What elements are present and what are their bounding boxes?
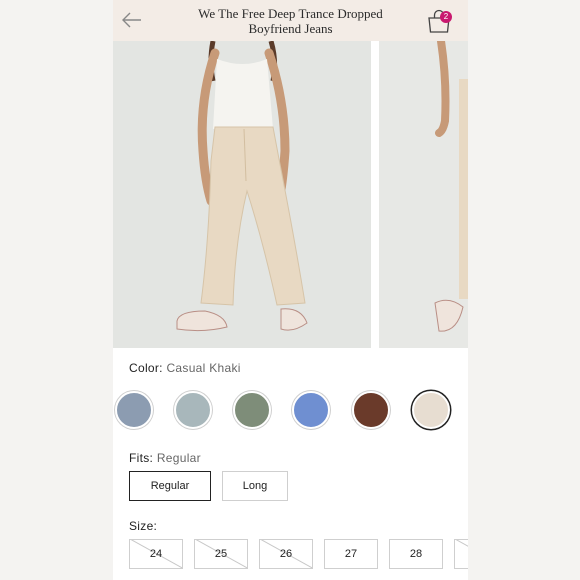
product-page: We The Free Deep Trance Dropped Boyfrien… bbox=[113, 0, 468, 580]
swatch-olive-green[interactable] bbox=[233, 391, 271, 429]
size-26-button[interactable]: 26 bbox=[259, 539, 313, 569]
back-arrow-icon[interactable] bbox=[121, 9, 143, 31]
fit-regular-label: Regular bbox=[150, 480, 190, 492]
swatch-brown[interactable] bbox=[352, 391, 390, 429]
selected-color-value: Casual Khaki bbox=[166, 361, 241, 375]
size-25-button[interactable]: 25 bbox=[194, 539, 248, 569]
fit-regular-button[interactable]: Regular bbox=[129, 471, 211, 501]
size-26-label: 26 bbox=[279, 548, 293, 560]
product-title-line-1: We The Free Deep Trance Dropped bbox=[198, 6, 383, 21]
color-label: Color: bbox=[129, 361, 163, 375]
selected-fit-value: Regular bbox=[156, 451, 201, 465]
size-28-label: 28 bbox=[409, 548, 423, 560]
fit-long-label: Long bbox=[242, 480, 268, 492]
size-label-row: Size: bbox=[129, 519, 157, 533]
product-image-gallery[interactable] bbox=[113, 37, 468, 348]
size-27-button[interactable]: 27 bbox=[324, 539, 378, 569]
product-title: We The Free Deep Trance Dropped Boyfrien… bbox=[163, 6, 418, 36]
product-photo-side[interactable] bbox=[379, 37, 468, 348]
size-next-partial-button[interactable] bbox=[454, 539, 468, 569]
swatch-light-wash-denim[interactable] bbox=[115, 391, 153, 429]
swatch-casual-khaki[interactable] bbox=[412, 391, 450, 429]
product-title-line-2: Boyfriend Jeans bbox=[248, 21, 333, 36]
shopping-bag-icon[interactable] bbox=[425, 8, 455, 34]
color-label-row: Color: Casual Khaki bbox=[129, 361, 241, 375]
product-photo-front[interactable] bbox=[113, 40, 371, 348]
size-24-button[interactable]: 24 bbox=[129, 539, 183, 569]
fits-label-row: Fits: Regular bbox=[129, 451, 201, 465]
swatch-bright-blue-denim[interactable] bbox=[292, 391, 330, 429]
fits-label: Fits: bbox=[129, 451, 154, 465]
fit-long-button[interactable]: Long bbox=[222, 471, 288, 501]
size-28-button[interactable]: 28 bbox=[389, 539, 443, 569]
size-24-label: 24 bbox=[149, 548, 163, 560]
cart-count-badge: 2 bbox=[440, 11, 452, 23]
top-bar: We The Free Deep Trance Dropped Boyfrien… bbox=[113, 0, 468, 41]
size-27-label: 27 bbox=[344, 548, 358, 560]
swatch-light-blue-denim[interactable] bbox=[174, 391, 212, 429]
size-label: Size: bbox=[129, 519, 158, 533]
size-25-label: 25 bbox=[214, 548, 228, 560]
